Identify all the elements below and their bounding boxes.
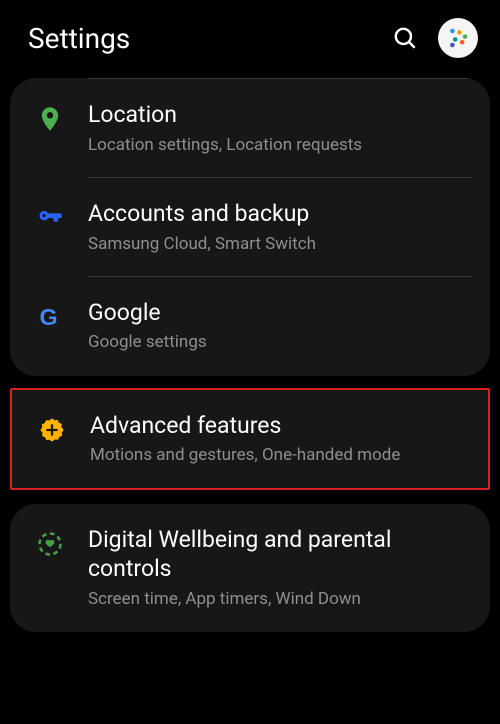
settings-item-accounts[interactable]: Accounts and backup Samsung Cloud, Smart…	[10, 178, 490, 277]
item-subtitle: Location settings, Location requests	[88, 134, 472, 156]
settings-item-digital-wellbeing[interactable]: Digital Wellbeing and parental controls …	[10, 504, 490, 632]
settings-group: Location Location settings, Location req…	[10, 78, 490, 376]
item-text: Digital Wellbeing and parental controls …	[88, 526, 472, 610]
google-icon: G	[30, 299, 88, 331]
header: Settings	[0, 0, 500, 78]
location-icon	[30, 101, 88, 133]
item-subtitle: Motions and gestures, One-handed mode	[90, 444, 470, 466]
item-text: Google Google settings	[88, 299, 472, 354]
item-text: Location Location settings, Location req…	[88, 101, 472, 156]
item-title: Digital Wellbeing and parental controls	[88, 526, 472, 584]
svg-text:G: G	[40, 304, 58, 330]
key-icon	[30, 200, 88, 232]
item-title: Location	[88, 101, 472, 130]
item-subtitle: Screen time, App timers, Wind Down	[88, 588, 472, 610]
settings-item-location[interactable]: Location Location settings, Location req…	[10, 79, 490, 178]
header-actions	[392, 18, 478, 58]
page-title: Settings	[28, 22, 130, 55]
item-subtitle: Samsung Cloud, Smart Switch	[88, 233, 472, 255]
item-text: Accounts and backup Samsung Cloud, Smart…	[88, 200, 472, 255]
search-icon[interactable]	[392, 25, 418, 51]
settings-item-google[interactable]: G Google Google settings	[10, 277, 490, 376]
wellbeing-icon	[30, 526, 88, 558]
item-title: Google	[88, 299, 472, 328]
avatar[interactable]	[438, 18, 478, 58]
settings-item-advanced-features[interactable]: Advanced features Motions and gestures, …	[12, 390, 488, 489]
item-text: Advanced features Motions and gestures, …	[90, 412, 470, 467]
item-subtitle: Google settings	[88, 331, 472, 353]
item-title: Accounts and backup	[88, 200, 472, 229]
item-title: Advanced features	[90, 412, 470, 441]
plus-badge-icon	[32, 412, 90, 444]
settings-group-highlighted: Advanced features Motions and gestures, …	[10, 388, 490, 491]
settings-group: Digital Wellbeing and parental controls …	[10, 504, 490, 632]
